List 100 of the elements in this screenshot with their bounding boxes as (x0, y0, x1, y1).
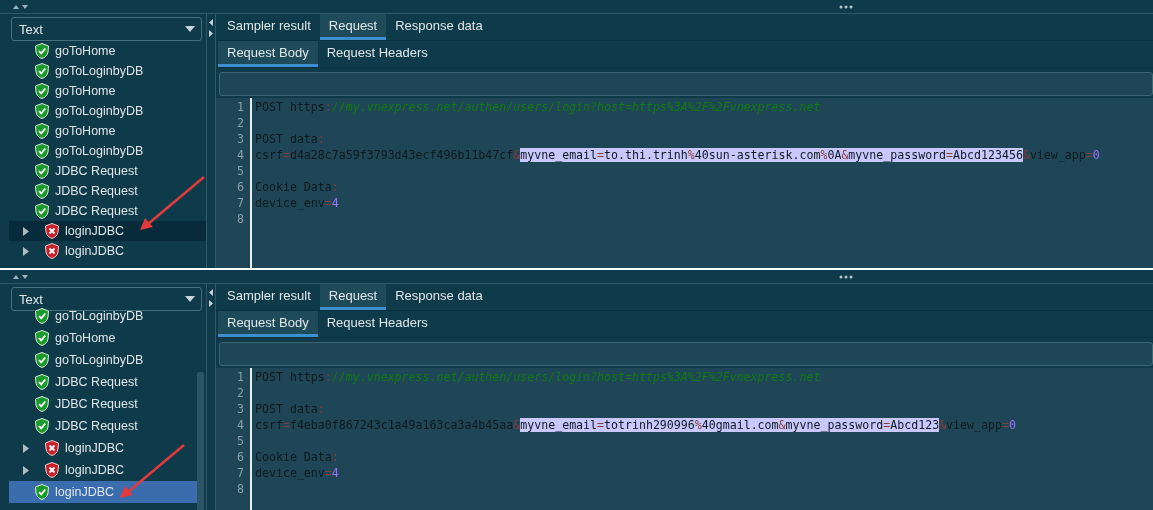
expand-icon[interactable] (23, 465, 29, 475)
code-text: myvne_password (785, 418, 884, 432)
line-number: 1 (236, 99, 244, 115)
caret-icon (185, 26, 195, 32)
line-number: 2 (236, 115, 244, 131)
line-number: 5 (236, 433, 244, 449)
split-arrows-icon[interactable] (208, 18, 214, 38)
tree-item[interactable]: loginJDBC (9, 221, 206, 241)
tree-item[interactable]: loginJDBC (9, 459, 197, 481)
tab[interactable]: Request (319, 284, 387, 310)
line-number: 3 (236, 131, 244, 147)
code-text: 40sun-asterisk.com (694, 148, 821, 162)
line-number: 2 (236, 385, 244, 401)
code-text: = (324, 196, 332, 210)
code-text: totrinh290996 (604, 418, 695, 432)
line-number: 4 (236, 417, 244, 433)
line-number: 7 (236, 195, 244, 211)
tree-item[interactable]: JDBC Request (9, 415, 197, 437)
code-text: = (946, 148, 954, 162)
tree-item[interactable]: goToLoginbyDB (9, 349, 197, 371)
code-text: : (324, 100, 332, 114)
line-number: 7 (236, 465, 244, 481)
code-text: to.thi.trinh (604, 148, 688, 162)
tree-item[interactable]: loginJDBC (9, 437, 197, 459)
code-text: & (778, 418, 786, 432)
tab[interactable]: Response data (386, 14, 492, 40)
code-text: //my.vnexpress.net/authen/users/login?host=https%3A%2F%2Fvnexpress.net (331, 370, 821, 384)
code-text: 4 (331, 466, 339, 480)
tree-item[interactable]: goToHome (9, 41, 206, 61)
tree-item[interactable]: goToHome (9, 327, 197, 349)
caret-icon (185, 296, 195, 302)
code-text: 0 (1092, 148, 1100, 162)
code-text: myvne_email (520, 418, 598, 432)
code-text: & (841, 148, 849, 162)
code-text: Abcd123456 (953, 148, 1023, 162)
code-text: % (820, 148, 828, 162)
code-text: //my.vnexpress.net/authen/users/login?host=https%3A%2F%2Fvnexpress.net (331, 100, 821, 114)
code-text: view_app (946, 418, 1002, 432)
code-text: = (597, 148, 605, 162)
code-text: = (597, 418, 605, 432)
tab[interactable]: Request Headers (317, 41, 437, 67)
code-text: device_env (255, 196, 325, 210)
code-text: : (317, 132, 325, 146)
tab[interactable]: Request Body (218, 41, 318, 67)
tree-item[interactable]: JDBC Request (9, 181, 206, 201)
drag-handle-icon[interactable] (839, 274, 853, 279)
split-arrows-icon[interactable] (208, 288, 214, 308)
code-text: = (1085, 148, 1093, 162)
collapse-arrows-icon[interactable] (12, 272, 30, 281)
tree-item[interactable]: JDBC Request (9, 161, 206, 181)
view-dropdown[interactable]: Text (11, 287, 202, 311)
code-text: view_app (1029, 148, 1086, 162)
line-number: 5 (236, 163, 244, 179)
tree-item[interactable]: goToHome (9, 81, 206, 101)
code-text: myvne_email (520, 148, 598, 162)
line-number: 6 (236, 449, 244, 465)
code-text: = (282, 418, 290, 432)
code-text: : (324, 370, 332, 384)
line-number: 1 (236, 369, 244, 385)
search-field[interactable] (219, 72, 1153, 96)
code-text: = (883, 418, 891, 432)
code-text: 4 (331, 196, 339, 210)
tree-item[interactable]: goToLoginbyDB (9, 101, 206, 121)
tree-item[interactable]: goToLoginbyDB (9, 61, 206, 81)
view-dropdown[interactable]: Text (11, 17, 202, 41)
tree-item[interactable]: goToHome (9, 121, 206, 141)
code-text: 40gmail.com (701, 418, 779, 432)
code-text: = (324, 466, 332, 480)
tab[interactable]: Response data (386, 284, 492, 310)
code-text: % (694, 418, 702, 432)
tree-item[interactable]: JDBC Request (9, 371, 197, 393)
code-text: : (331, 180, 339, 194)
line-number: 4 (236, 147, 244, 163)
code-text: : (331, 450, 339, 464)
tab[interactable]: Request (319, 14, 387, 40)
code-text: % (687, 148, 695, 162)
tab[interactable]: Sampler result (218, 284, 320, 310)
line-number: 8 (236, 211, 244, 227)
code-text: 0 (1008, 418, 1016, 432)
tree-item[interactable]: JDBC Request (9, 393, 197, 415)
tree-item[interactable]: loginJDBC (9, 481, 197, 503)
code-text: device_env (255, 466, 325, 480)
code-text: 0A (827, 148, 842, 162)
tree-item[interactable]: goToLoginbyDB (9, 141, 206, 161)
tab[interactable]: Sampler result (218, 14, 320, 40)
tab[interactable]: Request Headers (317, 311, 437, 337)
code-text: myvne_password (848, 148, 947, 162)
collapse-arrows-icon[interactable] (12, 2, 30, 11)
scrollbar[interactable] (197, 372, 204, 510)
code-text: = (282, 148, 290, 162)
tab[interactable]: Request Body (218, 311, 318, 337)
tree-item[interactable]: loginJDBC (9, 241, 206, 261)
expand-icon[interactable] (23, 443, 29, 453)
tree-item[interactable]: JDBC Request (9, 201, 206, 221)
search-field[interactable] (219, 342, 1153, 366)
code-text: = (1001, 418, 1009, 432)
line-number: 8 (236, 481, 244, 497)
code-text: : (317, 402, 325, 416)
line-number: 3 (236, 401, 244, 417)
drag-handle-icon[interactable] (839, 4, 853, 9)
